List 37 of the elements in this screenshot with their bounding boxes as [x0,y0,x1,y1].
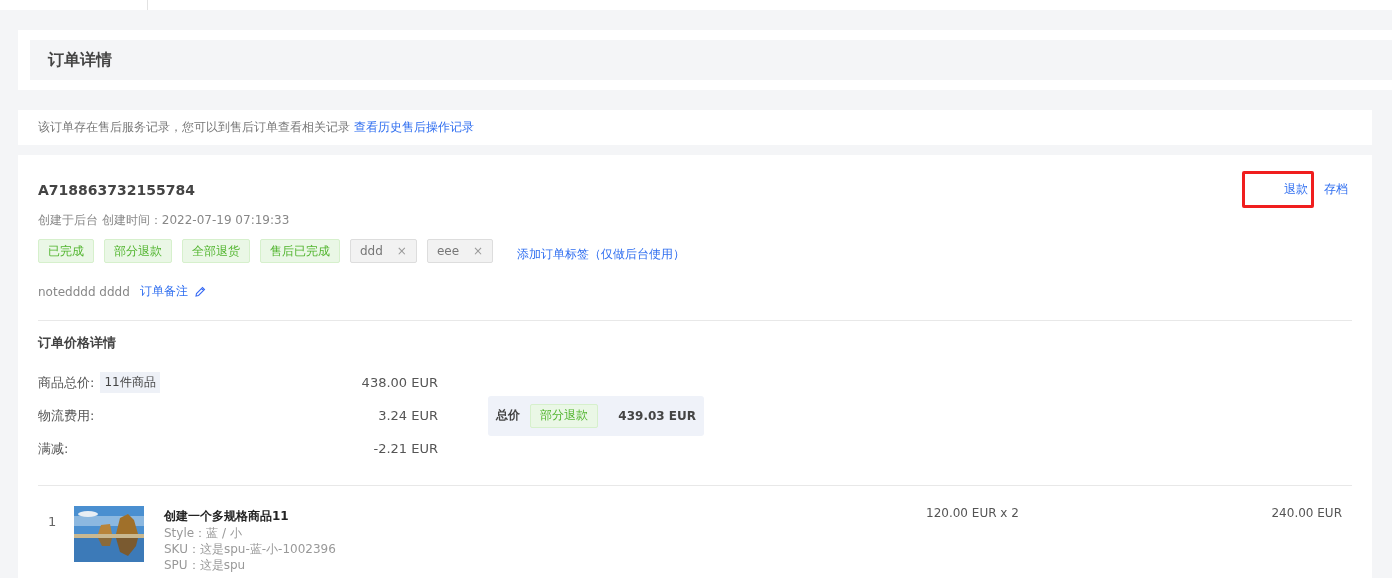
price-value: 438.00 EUR [361,375,438,390]
total-label: 总价 [496,407,520,424]
order-note: notedddd dddd [38,284,130,299]
row-number: 1 [48,514,58,529]
edit-icon[interactable] [193,285,206,298]
status-tag: 部分退款 [530,403,598,428]
action-link[interactable]: 退款 [1242,171,1314,208]
note-link[interactable]: 订单备注 [139,283,188,300]
product-style: Style：蓝 / 小 [164,525,243,541]
section-title: 订单价格详情 [38,334,117,352]
tag-label: eee [436,244,460,258]
line-total: 240.00 EUR [1271,506,1342,520]
tag-label: ddd [360,244,383,258]
product-name: 创建一个多规格商品11 [164,508,290,525]
status-tag: 全部退货 [182,239,250,263]
price-label: 物流费用: [38,406,95,425]
status-tag: 售后已完成 [260,239,340,263]
status-tag: 已完成 [38,239,94,263]
item-count: 11件商品 [100,372,160,393]
page-title: 订单详情 [48,49,112,71]
unit-price: 120.00 EUR x 2 [926,506,1019,520]
product-spu: SPU：这是spu [164,557,247,573]
price-value: -2.21 EUR [373,441,438,456]
action-link[interactable]: 存档 [1320,173,1352,206]
product-sku: SKU：这是spu-蓝-小-1002396 [164,541,337,557]
order-number: A718863732155784 [38,181,195,198]
order-meta: 创建于后台 创建时间：2022-07-19 07:19:33 [38,212,291,229]
status-tag: 部分退款 [104,239,172,263]
notice-text: 该订单存在售后服务记录，您可以到售后订单查看相关记录 [38,119,350,136]
close-icon[interactable]: × [473,244,484,258]
price-label: 商品总价: [38,373,95,392]
close-icon[interactable]: × [396,244,407,258]
price-value: 3.24 EUR [378,408,438,423]
price-label: 满减: [38,439,69,458]
history-link[interactable]: 查看历史售后操作记录 [354,119,474,136]
total-value: 439.03 EUR [618,408,696,423]
add-tag-link[interactable]: 添加订单标签（仅做后台使用） [517,245,686,263]
